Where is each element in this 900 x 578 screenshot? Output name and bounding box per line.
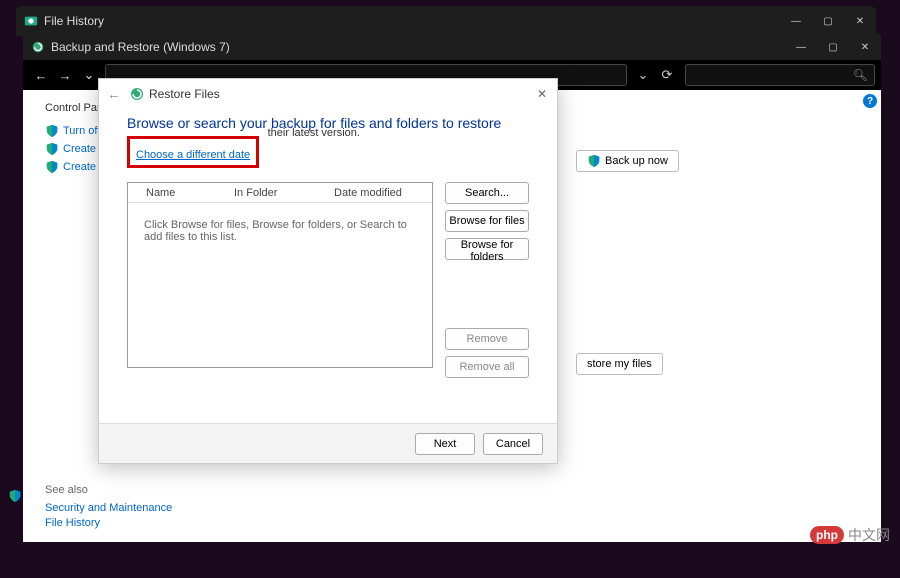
window-titlebar-backup-restore: Backup and Restore (Windows 7) ― ▢ ✕ bbox=[23, 32, 881, 62]
column-in-folder[interactable]: In Folder bbox=[216, 187, 316, 199]
dialog-title: Restore Files bbox=[149, 87, 220, 101]
see-also-heading: See also bbox=[45, 484, 172, 496]
window-title: File History bbox=[44, 14, 104, 28]
browse-for-folders-button[interactable]: Browse for folders bbox=[445, 238, 529, 260]
cancel-button[interactable]: Cancel bbox=[483, 433, 543, 455]
see-also-link[interactable]: Security and Maintenance bbox=[45, 502, 172, 514]
next-button[interactable]: Next bbox=[415, 433, 475, 455]
close-button[interactable]: ✕ bbox=[849, 32, 881, 62]
highlight-annotation: Choose a different date bbox=[127, 136, 259, 168]
search-icon: 🔍︎ bbox=[853, 68, 868, 82]
column-date-modified[interactable]: Date modified bbox=[316, 187, 402, 199]
dialog-close-button[interactable]: ✕ bbox=[533, 85, 551, 103]
shield-icon bbox=[45, 142, 59, 156]
choose-different-date-link[interactable]: Choose a different date bbox=[136, 149, 250, 161]
php-badge: php bbox=[810, 526, 844, 544]
watermark-text: 中文网 bbox=[848, 525, 890, 545]
button-label: store my files bbox=[587, 358, 652, 370]
remove-button[interactable]: Remove bbox=[445, 328, 529, 350]
remove-all-button[interactable]: Remove all bbox=[445, 356, 529, 378]
taskbar-shield-icon bbox=[7, 564, 21, 578]
dialog-subtext: their latest version. bbox=[268, 127, 360, 139]
dialog-footer: Next Cancel bbox=[99, 423, 557, 463]
back-up-now-button[interactable]: Back up now bbox=[576, 150, 679, 172]
minimize-button[interactable]: ― bbox=[785, 32, 817, 62]
dialog-header: ← Restore Files ✕ bbox=[99, 79, 557, 109]
file-list: Name In Folder Date modified Click Brows… bbox=[127, 182, 433, 368]
search-box[interactable]: 🔍︎ bbox=[685, 64, 875, 86]
info-icon[interactable]: ? bbox=[863, 94, 877, 108]
maximize-button[interactable]: ▢ bbox=[817, 32, 849, 62]
refresh-button[interactable]: ⟳ bbox=[655, 64, 679, 86]
nav-forward-button[interactable]: → bbox=[53, 63, 77, 87]
file-list-empty-message: Click Browse for files, Browse for folde… bbox=[128, 203, 432, 259]
search-button[interactable]: Search... bbox=[445, 182, 529, 204]
address-dropdown-button[interactable]: ⌄ bbox=[631, 64, 655, 86]
taskbar-shield-icon[interactable] bbox=[8, 489, 22, 503]
restore-my-files-button[interactable]: store my files bbox=[576, 353, 663, 375]
shield-icon bbox=[587, 154, 601, 168]
nav-back-button[interactable]: ← bbox=[29, 63, 53, 87]
backup-restore-icon bbox=[31, 40, 45, 54]
see-also-link[interactable]: File History bbox=[45, 517, 172, 529]
file-history-icon bbox=[24, 14, 38, 28]
see-also-section: See also Security and Maintenance File H… bbox=[45, 484, 172, 532]
shield-icon bbox=[45, 124, 59, 138]
dialog-back-button[interactable]: ← bbox=[107, 86, 125, 102]
watermark: php 中文网 bbox=[810, 525, 890, 545]
window-title: Backup and Restore (Windows 7) bbox=[51, 40, 230, 54]
restore-files-dialog: ← Restore Files ✕ Browse or search your … bbox=[98, 78, 558, 464]
shield-icon bbox=[45, 160, 59, 174]
file-list-header: Name In Folder Date modified bbox=[128, 183, 432, 203]
restore-files-icon bbox=[129, 86, 145, 102]
button-label: Back up now bbox=[605, 155, 668, 167]
column-name[interactable]: Name bbox=[128, 187, 216, 199]
browse-for-files-button[interactable]: Browse for files bbox=[445, 210, 529, 232]
